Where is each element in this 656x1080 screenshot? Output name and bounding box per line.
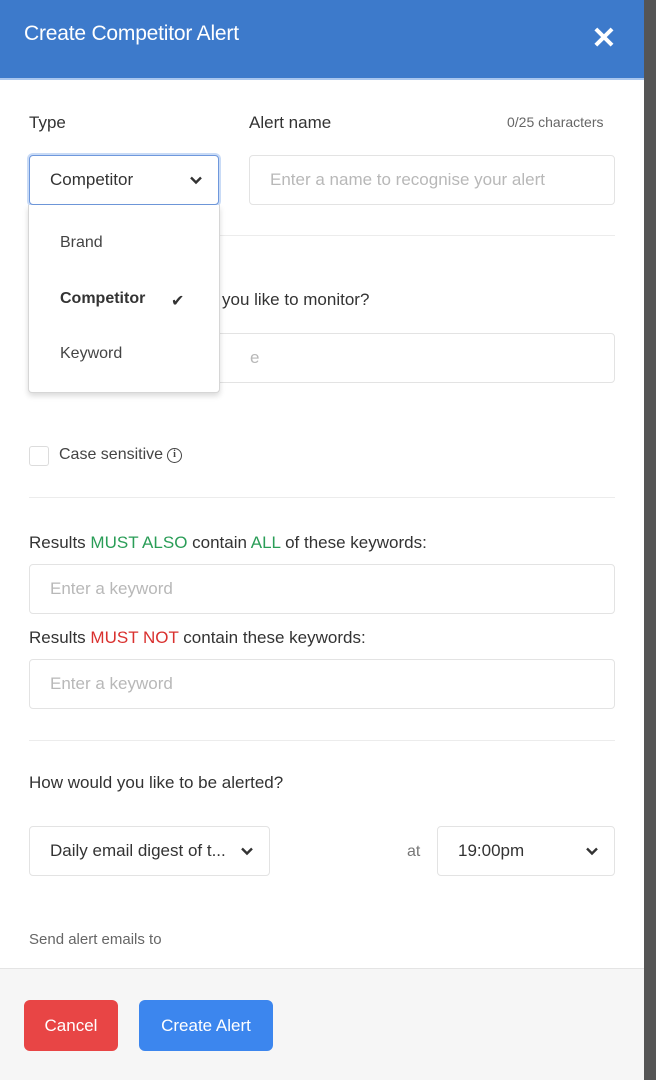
- must-also-middle: contain: [187, 533, 251, 552]
- case-sensitive-label: Case sensitive i: [59, 446, 183, 464]
- case-sensitive-checkbox[interactable]: [29, 446, 49, 466]
- must-not-label: Results MUST NOT contain these keywords:: [29, 628, 366, 648]
- must-not-keyword-input[interactable]: Enter a keyword: [29, 659, 615, 709]
- alert-name-placeholder: Enter a name to recognise your alert: [270, 170, 545, 189]
- create-alert-button[interactable]: Create Alert: [139, 1000, 273, 1051]
- must-also-suffix: of these keywords:: [280, 533, 427, 552]
- check-icon: ✔: [171, 293, 185, 310]
- must-also-placeholder: Enter a keyword: [50, 579, 173, 598]
- create-alert-modal: Create Competitor Alert ✕ Type Alert nam…: [0, 0, 644, 1080]
- cancel-button[interactable]: Cancel: [24, 1000, 118, 1051]
- type-label: Type: [29, 113, 66, 132]
- must-also-prefix: Results: [29, 533, 91, 552]
- monitor-question: you like to monitor?: [222, 290, 370, 309]
- must-also-keyword-input[interactable]: Enter a keyword: [29, 564, 615, 614]
- all-highlight: ALL: [250, 533, 281, 552]
- monitor-placeholder: e: [250, 348, 260, 367]
- must-not-suffix: contain these keywords:: [178, 628, 366, 647]
- divider: [29, 497, 615, 498]
- dropdown-option-keyword[interactable]: Keyword: [60, 345, 122, 363]
- type-select[interactable]: Competitor: [29, 155, 219, 205]
- must-not-placeholder: Enter a keyword: [50, 674, 173, 693]
- send-to-label: Send alert emails to: [29, 931, 162, 948]
- modal-header: Create Competitor Alert ✕: [0, 0, 644, 80]
- chevron-down-icon: [241, 847, 253, 856]
- close-icon[interactable]: ✕: [590, 24, 618, 54]
- type-select-value: Competitor: [50, 170, 134, 189]
- time-select[interactable]: 19:00pm: [437, 826, 615, 876]
- dropdown-option-competitor[interactable]: Competitor: [60, 290, 145, 308]
- modal-title: Create Competitor Alert: [24, 22, 239, 45]
- alert-name-input[interactable]: Enter a name to recognise your alert: [249, 155, 615, 205]
- chevron-down-icon: [190, 176, 202, 185]
- time-value: 19:00pm: [458, 841, 525, 860]
- character-counter: 0/25 characters: [507, 114, 604, 130]
- frequency-value: Daily email digest of t...: [50, 841, 226, 860]
- at-label: at: [407, 843, 421, 860]
- chevron-down-icon: [586, 847, 598, 856]
- divider: [29, 740, 615, 741]
- alert-name-label: Alert name: [249, 113, 332, 132]
- alert-method-question: How would you like to be alerted?: [29, 773, 284, 792]
- must-not-prefix: Results: [29, 628, 91, 647]
- page-backdrop: [644, 0, 656, 1080]
- dropdown-option-brand[interactable]: Brand: [60, 234, 103, 252]
- case-sensitive-text: Case sensitive: [59, 446, 164, 463]
- info-icon[interactable]: i: [167, 448, 183, 463]
- modal-footer: Cancel Create Alert: [0, 968, 644, 1080]
- must-also-highlight: MUST ALSO: [90, 533, 188, 552]
- type-dropdown-menu: Brand Competitor ✔ Keyword: [28, 205, 220, 393]
- must-not-highlight: MUST NOT: [90, 628, 179, 647]
- frequency-select[interactable]: Daily email digest of t...: [29, 826, 270, 876]
- must-also-label: Results MUST ALSO contain ALL of these k…: [29, 533, 427, 553]
